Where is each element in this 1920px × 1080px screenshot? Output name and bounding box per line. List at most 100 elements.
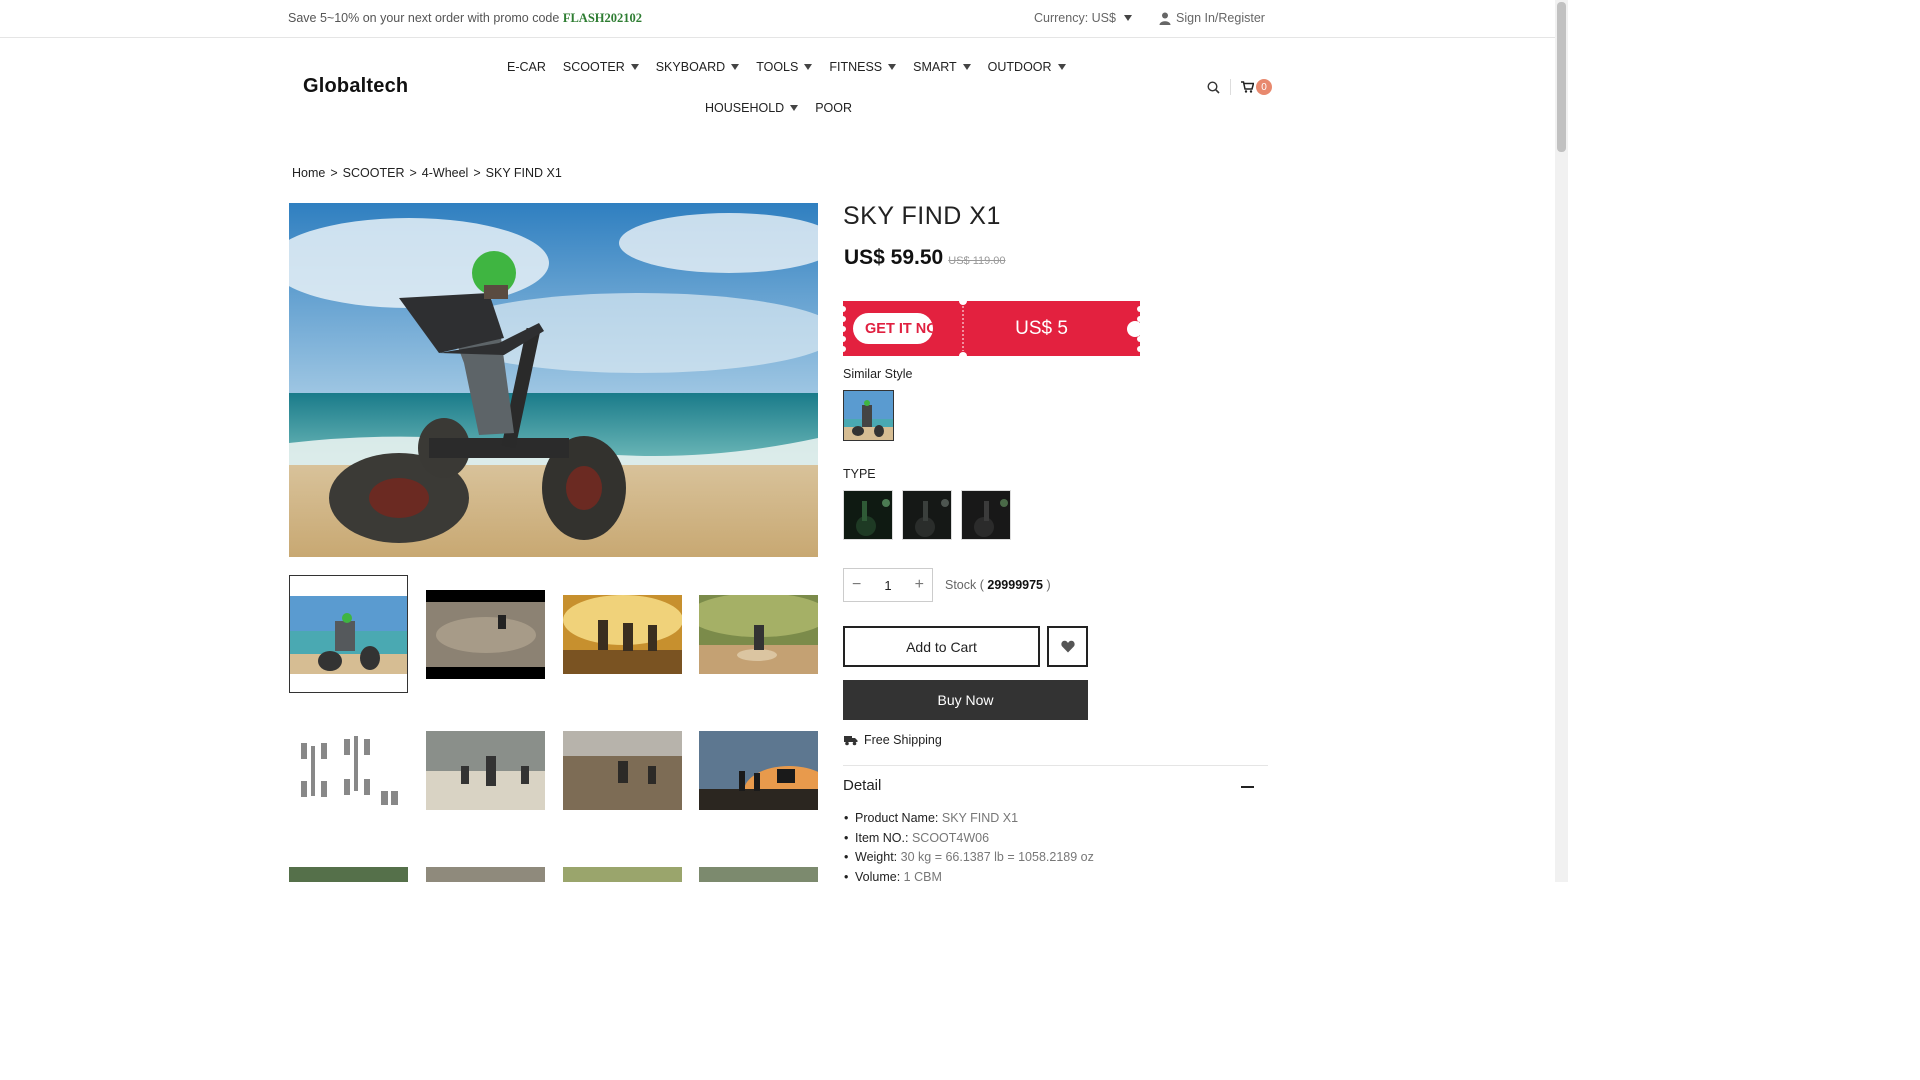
collapse-icon[interactable] [1241, 786, 1254, 788]
signin-label: Sign In/Register [1176, 11, 1265, 25]
cart-icon [1241, 81, 1254, 93]
nav-item-label: POOR [815, 101, 852, 115]
scrollbar-thumb[interactable] [1557, 2, 1566, 152]
decrement-button[interactable]: − [852, 576, 861, 594]
truck-icon [844, 735, 858, 745]
stock-info: Stock ( 29999975 ) [945, 578, 1051, 592]
nav-item-label: E-CAR [507, 60, 546, 74]
nav-item-outdoor[interactable]: OUTDOOR [988, 60, 1066, 74]
thumbnail-12[interactable] [699, 867, 818, 882]
caret-down-icon [1123, 15, 1132, 21]
increment-button[interactable]: + [915, 576, 924, 594]
caret-down-icon [888, 64, 897, 70]
spec-key: Item NO.: [855, 830, 909, 845]
thumbnail-10[interactable] [426, 867, 545, 882]
spec-key: Product Name: [855, 811, 939, 825]
similar-style-option[interactable] [843, 390, 894, 441]
caret-down-icon [731, 64, 740, 70]
spec-list: Product Name: SKY FIND X1Item NO.: SCOOT… [844, 809, 1094, 888]
price-row: US$ 59.50 US$ 119.00 [844, 246, 1006, 270]
nav-item-smart[interactable]: SMART [913, 60, 971, 74]
divider [1230, 79, 1231, 95]
original-price: US$ 119.00 [948, 255, 1006, 267]
caret-down-icon [630, 64, 639, 70]
nav-item-label: HOUSEHOLD [705, 101, 785, 115]
thumbnail-4[interactable] [699, 595, 818, 674]
spec-key: Volume: [855, 869, 901, 884]
type-option-3[interactable] [961, 490, 1011, 540]
spec-value: SKY FIND X1 [941, 811, 1019, 825]
main-nav-row-1: E-CAR SCOOTER SKYBOARD TOOLS FITNESS SMART OUT… [507, 60, 1066, 74]
thumbnail-8[interactable] [699, 731, 818, 810]
divider [843, 765, 1268, 766]
thumbnail-6[interactable] [426, 731, 545, 810]
breadcrumb-separator: > [330, 166, 338, 180]
thumbnail-1[interactable] [289, 575, 408, 693]
cart-button[interactable]: 0 [1241, 79, 1272, 95]
nav-item-label: SKYBOARD [655, 60, 726, 74]
type-option-1[interactable] [843, 490, 893, 540]
shipping-label: Free Shipping [864, 733, 942, 747]
spec-value: 1 CBM [903, 869, 942, 884]
promo-message: Save 5~10% on your next order with promo… [288, 11, 642, 26]
thumbnail-5[interactable] [289, 731, 408, 810]
nav-item-skyboard[interactable]: SKYBOARD [655, 60, 740, 74]
nav-item-label: OUTDOOR [987, 60, 1052, 74]
promo-text: Save 5~10% on your next order with promo… [288, 11, 560, 25]
thumbnail-11[interactable] [563, 867, 682, 882]
nav-item-tools[interactable]: TOOLS [756, 60, 813, 74]
wishlist-button[interactable] [1047, 626, 1088, 667]
coupon-amount: US$ 5 [1015, 318, 1068, 339]
spec-key: Weight: [855, 850, 898, 864]
nav-item-label: SCOOTER [562, 60, 625, 74]
stock-value: 29999975 [987, 578, 1044, 592]
breadcrumb-item[interactable]: Home [292, 166, 325, 180]
add-to-cart-button[interactable]: Add to Cart [843, 626, 1040, 667]
breadcrumb-item[interactable]: SCOOTER [343, 166, 405, 180]
spec-item: Volume: 1 CBM [844, 868, 1094, 888]
spec-value: SCOOT4W06 [911, 830, 990, 845]
type-option-2[interactable] [902, 490, 952, 540]
user-icon [1159, 12, 1171, 25]
site-logo[interactable]: Globaltech [303, 75, 408, 98]
signin-link[interactable]: Sign In/Register [1159, 11, 1265, 25]
heart-icon [1060, 640, 1075, 653]
current-price: US$ 59.50 [844, 246, 944, 269]
nav-item-scooter[interactable]: SCOOTER [563, 60, 639, 74]
nav-item-label: FITNESS [829, 60, 883, 74]
breadcrumb-separator: > [473, 166, 481, 180]
breadcrumb-item[interactable]: 4-Wheel [422, 166, 469, 180]
thumbnail-2[interactable] [426, 590, 545, 679]
get-coupon-button[interactable]: GET IT NOW [853, 313, 933, 344]
breadcrumb-separator: > [409, 166, 417, 180]
caret-down-icon [1057, 64, 1066, 70]
nav-item-poor[interactable]: POOR [815, 101, 852, 115]
spec-item: Weight: 30 kg = 66.1387 lb = 1058.2189 o… [844, 848, 1094, 868]
thumbnail-3[interactable] [563, 595, 682, 674]
caret-down-icon [790, 105, 799, 111]
thumbnail-9[interactable] [289, 867, 408, 882]
product-title: SKY FIND X1 [843, 202, 1001, 230]
stock-label-close: ) [1046, 578, 1051, 592]
caret-down-icon [962, 64, 971, 70]
search-icon[interactable] [1207, 80, 1220, 94]
cart-count-badge: 0 [1256, 79, 1272, 95]
thumbnail-7[interactable] [563, 731, 682, 810]
product-main-image[interactable] [289, 203, 818, 557]
type-label: TYPE [843, 467, 876, 481]
currency-selector[interactable]: Currency: US$ [1034, 11, 1132, 25]
nav-item-fitness[interactable]: FITNESS [829, 60, 897, 74]
spec-value: 30 kg = 66.1387 lb = 1058.2189 oz [900, 850, 1094, 864]
quantity-value[interactable]: 1 [884, 578, 891, 593]
spec-item: Product Name: SKY FIND X1 [844, 809, 1094, 829]
buy-now-button[interactable]: Buy Now [843, 680, 1088, 720]
nav-item-label: TOOLS [756, 60, 799, 74]
breadcrumb: Home > SCOOTER >4-Wheel > SKY FIND X1 [292, 166, 562, 180]
caret-down-icon [804, 64, 813, 70]
nav-item-household[interactable]: HOUSEHOLD [705, 101, 799, 115]
header-icons: 0 [1207, 79, 1272, 95]
promo-code: FLASH202102 [562, 11, 643, 25]
quantity-stepper: − 1 + [843, 568, 933, 602]
nav-item-e-car[interactable]: E-CAR [507, 60, 546, 74]
detail-heading[interactable]: Detail [843, 777, 881, 794]
